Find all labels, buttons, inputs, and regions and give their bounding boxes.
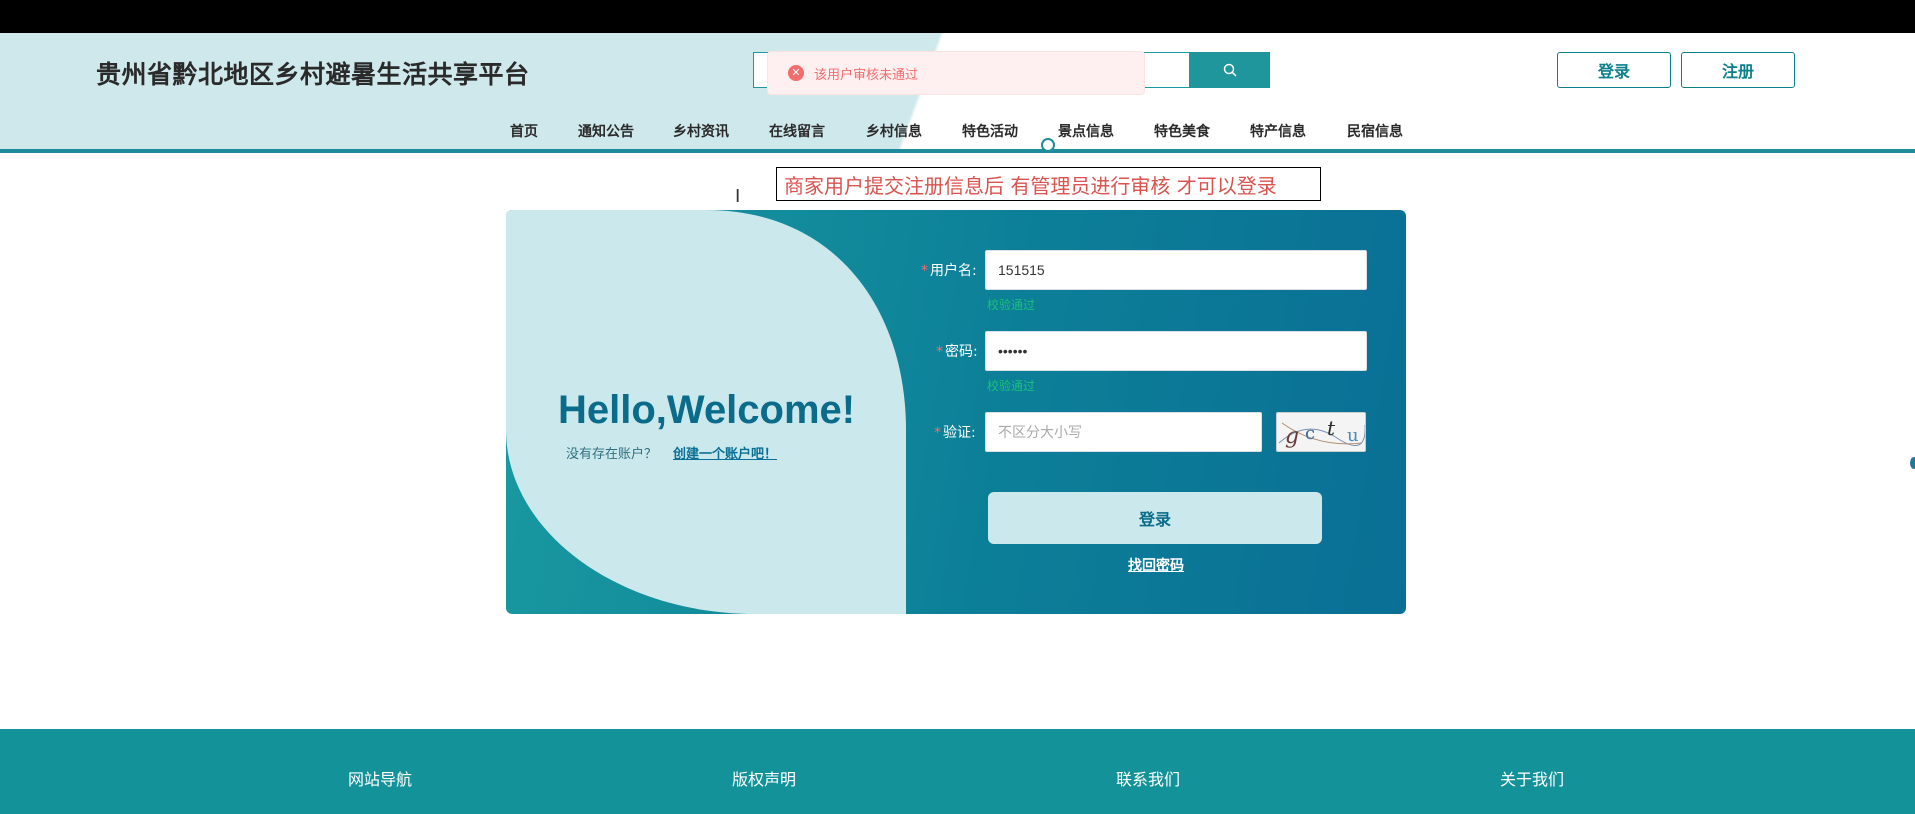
nav-item-homestays[interactable]: 民宿信息 bbox=[1347, 121, 1403, 141]
annotation-note[interactable]: 商家用户提交注册信息后 有管理员进行审核 才可以登录 bbox=[776, 167, 1321, 201]
captcha-char: c bbox=[1305, 423, 1315, 444]
welcome-area: Hello,Welcome! 没有存在账户？ 创建一个账户吧！ bbox=[506, 210, 906, 614]
browser-top-bar bbox=[0, 0, 1915, 33]
create-account-link[interactable]: 创建一个账户吧！ bbox=[673, 443, 777, 462]
nav-item-specialties[interactable]: 特产信息 bbox=[1250, 121, 1306, 141]
captcha-char: g bbox=[1285, 424, 1299, 449]
site-footer: 网站导航 版权声明 联系我们 关于我们 bbox=[0, 729, 1915, 814]
nav-item-food[interactable]: 特色美食 bbox=[1154, 121, 1210, 141]
error-toast: ✕ 该用户审核未通过 bbox=[767, 51, 1145, 95]
welcome-heading: Hello,Welcome! bbox=[558, 388, 856, 432]
password-field[interactable]: •••••• bbox=[985, 331, 1367, 371]
required-mark: * bbox=[934, 425, 941, 441]
password-hint: 校验通过 bbox=[987, 379, 1036, 393]
header-login-button[interactable]: 登录 bbox=[1557, 52, 1671, 88]
forgot-password-link[interactable]: 找回密码 bbox=[1128, 555, 1184, 575]
captcha-graphic: g c t u bbox=[1278, 416, 1365, 449]
required-mark: * bbox=[921, 263, 928, 279]
required-mark: * bbox=[936, 344, 943, 360]
nav-item-home[interactable]: 首页 bbox=[510, 121, 538, 141]
captcha-char: u bbox=[1347, 425, 1359, 446]
nav-item-rural-info[interactable]: 乡村信息 bbox=[866, 121, 922, 141]
captcha-image[interactable]: g c t u bbox=[1276, 412, 1366, 452]
footer-item-contact[interactable]: 联系我们 bbox=[1116, 766, 1180, 790]
nav-item-rural-news[interactable]: 乡村资讯 bbox=[673, 121, 729, 141]
captcha-label: * 验证: bbox=[934, 425, 976, 441]
nav-item-scenic-spots[interactable]: 景点信息 bbox=[1058, 121, 1114, 141]
search-icon bbox=[1223, 63, 1237, 77]
username-label: * 用户名: bbox=[921, 263, 977, 279]
username-field[interactable]: 151515 bbox=[985, 250, 1367, 290]
nav-underline bbox=[0, 149, 1915, 153]
nav-item-messages[interactable]: 在线留言 bbox=[769, 121, 825, 141]
nav-item-notices[interactable]: 通知公告 bbox=[578, 121, 634, 141]
nav-active-dot bbox=[1041, 138, 1055, 152]
error-icon: ✕ bbox=[788, 65, 804, 81]
error-toast-text: 该用户审核未通过 bbox=[814, 67, 919, 83]
captcha-char: t bbox=[1327, 416, 1336, 440]
login-panel: Hello,Welcome! 没有存在账户？ 创建一个账户吧！ * 用户名: 15… bbox=[506, 210, 1406, 614]
password-label: * 密码: bbox=[936, 344, 978, 360]
no-account-text: 没有存在账户？ bbox=[566, 447, 658, 462]
text-cursor-icon: I bbox=[735, 186, 741, 207]
side-scroll-indicator bbox=[1910, 457, 1915, 469]
search-button[interactable] bbox=[1190, 52, 1270, 88]
nav-item-activities[interactable]: 特色活动 bbox=[962, 121, 1018, 141]
site-title: 贵州省黔北地区乡村避暑生活共享平台 bbox=[96, 60, 530, 89]
header-register-button[interactable]: 注册 bbox=[1681, 52, 1795, 88]
footer-item-copyright[interactable]: 版权声明 bbox=[732, 766, 796, 790]
footer-item-about[interactable]: 关于我们 bbox=[1500, 766, 1564, 790]
login-submit-button[interactable]: 登录 bbox=[988, 492, 1322, 544]
username-hint: 校验通过 bbox=[987, 298, 1036, 312]
main-nav: 首页 通知公告 乡村资讯 在线留言 乡村信息 特色活动 景点信息 特色美食 特产… bbox=[0, 121, 1915, 151]
footer-item-site-nav[interactable]: 网站导航 bbox=[348, 766, 412, 790]
captcha-field[interactable]: 不区分大小写 bbox=[985, 412, 1262, 452]
